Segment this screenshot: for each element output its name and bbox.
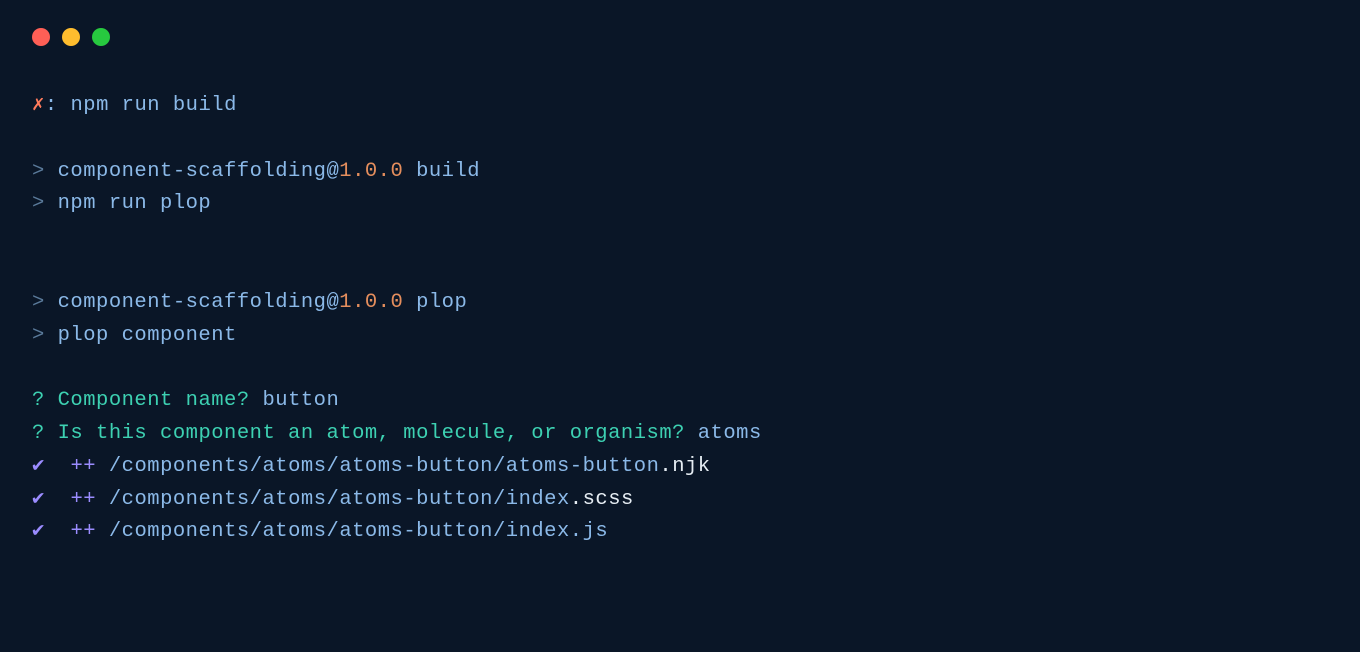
cmd: plop component <box>58 324 237 347</box>
cmd: npm run plop <box>58 192 212 215</box>
prompt-sep: : <box>45 94 58 117</box>
sep: / <box>327 455 340 478</box>
path-pre: /components/ <box>109 488 263 511</box>
plus: ++ <box>70 520 96 543</box>
file-name: index <box>506 520 570 543</box>
window-controls <box>32 28 1328 46</box>
path-dir: atoms-button <box>339 455 493 478</box>
close-icon[interactable] <box>32 28 50 46</box>
gt: > <box>32 192 58 215</box>
prompt-question: Component name? <box>58 389 250 412</box>
sep: / <box>493 455 506 478</box>
sep: / <box>493 520 506 543</box>
terminal-output: ✗: npm run build > component-scaffolding… <box>32 90 1328 549</box>
dot: . <box>659 455 672 478</box>
path-pre: /components/ <box>109 520 263 543</box>
path-type: atoms <box>263 488 327 511</box>
path-pre: /components/ <box>109 455 263 478</box>
prompt-answer: button <box>262 389 339 412</box>
file-name: atoms-button <box>506 455 660 478</box>
file-name: index <box>506 488 570 511</box>
path-dir: atoms-button <box>339 488 493 511</box>
check-icon: ✔ <box>32 455 45 478</box>
dot: . <box>570 488 583 511</box>
at: @ <box>326 160 339 183</box>
prompt-answer: atoms <box>698 422 762 445</box>
file-ext: njk <box>672 455 710 478</box>
path-dir: atoms-button <box>339 520 493 543</box>
prompt-mark: ? <box>32 389 45 412</box>
gt: > <box>32 324 58 347</box>
at: @ <box>326 291 339 314</box>
path-type: atoms <box>263 455 327 478</box>
sep: / <box>493 488 506 511</box>
pkg-name: component-scaffolding <box>58 291 327 314</box>
minimize-icon[interactable] <box>62 28 80 46</box>
prompt-mark: ? <box>32 422 45 445</box>
path-type: atoms <box>263 520 327 543</box>
plus: ++ <box>70 455 96 478</box>
script-name: build <box>403 160 480 183</box>
check-icon: ✔ <box>32 520 45 543</box>
version: 1.0.0 <box>339 291 403 314</box>
prompt-command: npm run build <box>70 94 236 117</box>
gt: > <box>32 291 58 314</box>
script-name: plop <box>403 291 467 314</box>
gt: > <box>32 160 58 183</box>
check-icon: ✔ <box>32 488 45 511</box>
pkg-name: component-scaffolding <box>58 160 327 183</box>
prompt-symbol: ✗ <box>32 94 45 117</box>
sep: / <box>327 520 340 543</box>
file-ext: js <box>583 520 609 543</box>
sep: / <box>327 488 340 511</box>
dot: . <box>570 520 583 543</box>
file-ext: scss <box>583 488 634 511</box>
zoom-icon[interactable] <box>92 28 110 46</box>
plus: ++ <box>70 488 96 511</box>
version: 1.0.0 <box>339 160 403 183</box>
prompt-question: Is this component an atom, molecule, or … <box>58 422 685 445</box>
